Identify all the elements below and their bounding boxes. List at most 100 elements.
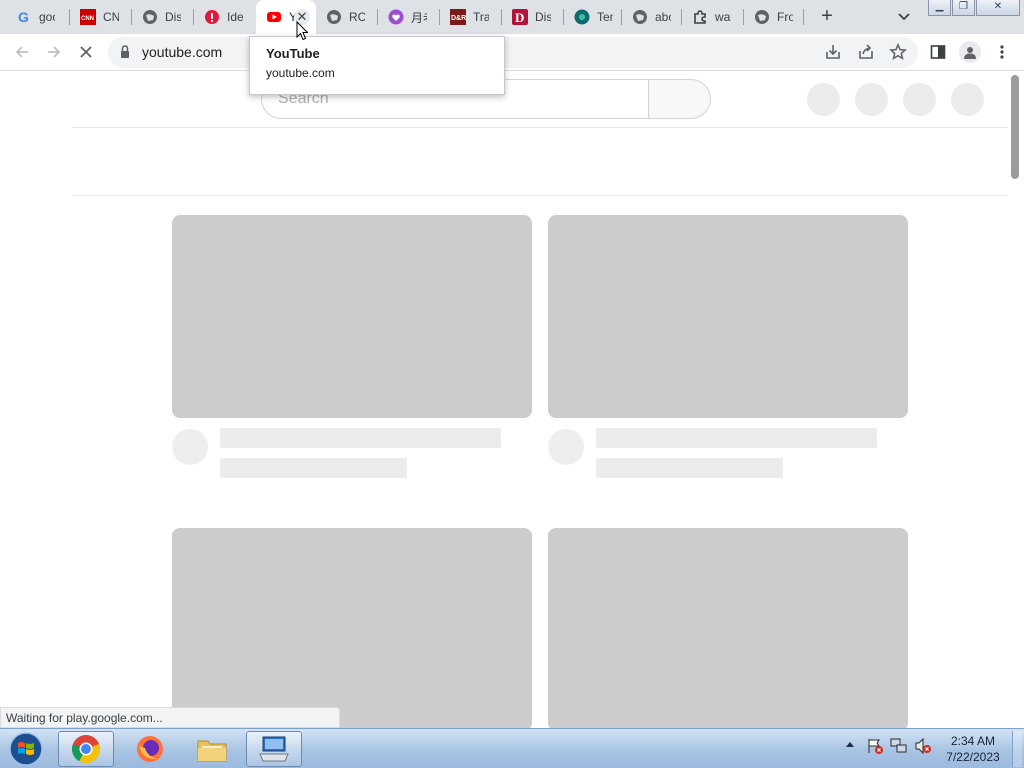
chevron-down-icon [898,13,910,21]
taskbar-firefox[interactable] [122,731,178,767]
stop-loading-button[interactable] [74,40,98,64]
install-app-button[interactable] [821,40,845,64]
taskbar: 2:34 AM 7/22/2023 [0,728,1024,768]
address-bar[interactable]: youtube.com [108,37,918,68]
meta-placeholder [220,458,407,478]
video-thumbnail-placeholder [172,215,532,418]
windows-logo-icon [9,732,43,766]
placeholder-icon-button [951,83,984,116]
placeholder-icon-button [903,83,936,116]
hover-card-url: youtube.com [266,66,335,80]
tab-front[interactable]: Fron [744,0,804,34]
tab-cnn[interactable]: CNN CNI [70,0,132,34]
status-bubble: Waiting for play.google.com... [0,707,340,728]
clock-time: 2:34 AM [950,734,996,748]
chips-divider [72,195,1007,196]
red-alert-icon [204,9,220,25]
tab-temple[interactable]: Tem [564,0,622,34]
share-button[interactable] [854,40,878,64]
side-panel-icon [930,45,946,59]
close-window-button[interactable]: ✕ [976,0,1020,16]
teal-circle-icon [574,9,590,25]
menu-button[interactable] [990,40,1014,64]
back-arrow-icon [15,46,28,58]
tab-title: Tem [597,10,613,24]
action-center-icon[interactable] [866,737,884,758]
show-hidden-icons-button[interactable] [845,737,855,754]
google-icon: G [16,9,32,25]
heart-icon [388,9,404,25]
globe-icon [754,9,770,25]
svg-text:G: G [18,9,29,25]
placeholder-icon-button [855,83,888,116]
tab-title: abc [655,10,671,24]
tab-google[interactable]: G goo [6,0,70,34]
meta-placeholder [596,458,783,478]
clock-date: 7/22/2023 [946,750,1000,764]
kebab-menu-icon [1000,45,1004,59]
taskbar-chrome[interactable] [58,731,114,767]
svg-text:D: D [515,10,524,25]
tab-dish[interactable]: Dish [132,0,194,34]
page-content: Search [0,72,1024,728]
tab-title: Ider [227,10,243,24]
mouse-cursor-icon [296,20,309,44]
tab-abc[interactable]: abc [622,0,682,34]
tab-title: Trav [473,10,489,24]
title-placeholder [596,428,877,448]
video-thumbnail-placeholder [548,215,908,418]
youtube-icon [266,9,282,25]
cnn-icon: CNN [80,9,96,25]
show-desktop-button[interactable] [1012,731,1022,767]
tab-identity[interactable]: Ider [194,0,256,34]
tab-disney[interactable]: D Disr [502,0,564,34]
taskbar-keyboard-app[interactable] [246,731,302,767]
forward-arrow-icon [48,46,61,58]
profile-button[interactable] [959,41,981,63]
new-tab-button[interactable]: + [815,5,839,29]
search-button[interactable] [648,79,711,119]
scrollbar-thumb[interactable] [1011,75,1019,179]
stop-x-icon [80,46,92,58]
bookmark-star-button[interactable] [886,40,910,64]
tab-strip: G goo CNN CNI Dish Ider Y ✕ [0,0,1024,34]
side-panel-button[interactable] [926,40,950,64]
tab-rc[interactable]: RC ( [316,0,378,34]
taskbar-explorer[interactable] [184,731,240,767]
network-icon[interactable] [890,737,908,758]
disney-icon: D [512,9,528,25]
folder-icon [197,740,227,762]
profile-avatar-icon [964,47,976,59]
url-text: youtube.com [142,44,223,60]
share-icon [859,44,873,59]
tab-hover-card: YouTube youtube.com [249,36,505,95]
tab-yuelao[interactable]: 月老 [378,0,440,34]
install-icon [826,45,840,59]
lock-icon [120,45,130,62]
start-button[interactable] [6,731,46,767]
channel-avatar-placeholder [548,429,584,465]
page-scrollbar[interactable] [1007,72,1024,728]
tab-title: goo [39,10,55,24]
puzzle-icon [692,9,708,25]
browser-toolbar: youtube.com [0,34,1024,71]
volume-muted-icon[interactable] [914,737,932,758]
back-button[interactable] [10,40,34,64]
header-divider [72,127,1007,128]
svg-text:CNN: CNN [81,16,94,22]
tab-title: Dish [165,10,181,24]
tab-search-button[interactable] [893,7,915,27]
minimize-button[interactable]: ▁ [928,0,951,16]
up-arrow-icon [846,742,854,747]
system-clock[interactable]: 2:34 AM 7/22/2023 [938,733,1008,765]
tab-watch[interactable]: wat [682,0,744,34]
tab-travel[interactable]: D&R Trav [440,0,502,34]
forward-button[interactable] [42,40,66,64]
tab-title: wat [715,10,731,24]
tab-title: CNI [103,10,119,24]
keyboard-monitor-icon [259,736,289,762]
channel-avatar-placeholder [172,429,208,465]
tab-title: 月老 [411,10,427,25]
chrome-icon [72,735,101,764]
restore-button[interactable]: ❐ [952,0,975,16]
